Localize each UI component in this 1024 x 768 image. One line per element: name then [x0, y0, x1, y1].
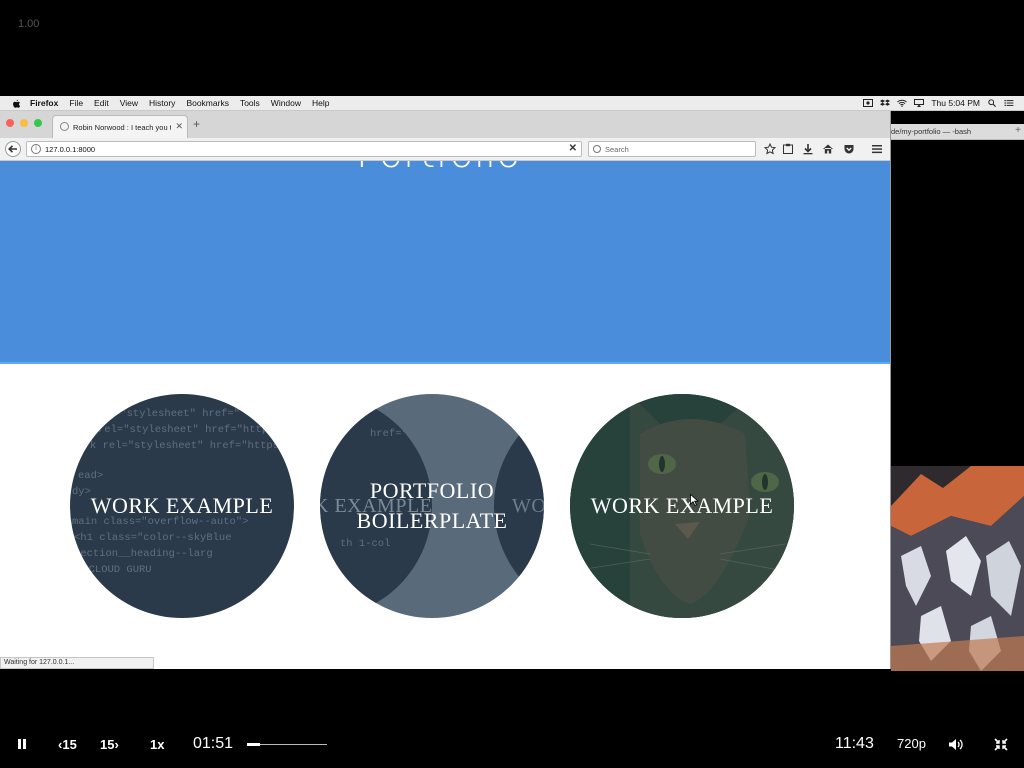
progress-bar[interactable] [247, 743, 327, 746]
tab-title: Robin Norwood : I teach you t [73, 123, 171, 132]
menu-app-firefox[interactable]: Firefox [30, 98, 58, 108]
code-line: k rel="stylesheet" href="https [90, 440, 280, 452]
card-label: WORK EXAMPLE [590, 493, 774, 518]
dropbox-icon[interactable] [880, 99, 891, 107]
status-bar: Waiting for 127.0.0.1... [0, 657, 154, 669]
hero-section: Portfolio [0, 161, 890, 362]
total-time: 11:43 [835, 735, 874, 752]
code-line: href=" [370, 428, 408, 440]
browser-nav-bar: i 127.0.0.1:8000 ✕ Search [0, 138, 890, 161]
menu-history[interactable]: History [149, 98, 175, 108]
forward-15-label: 15 [100, 737, 115, 752]
card-label-line1: PORTFOLIO [369, 478, 495, 503]
menu-view[interactable]: View [120, 98, 138, 108]
exit-fullscreen-icon[interactable] [994, 738, 1008, 751]
terminal-tab-bar[interactable]: de/my-portfolio — -bash + [891, 124, 1024, 140]
stop-loading-icon[interactable]: ✕ [569, 143, 577, 154]
code-line: section__heading--larg [74, 548, 213, 560]
pause-icon[interactable] [16, 738, 28, 750]
airplay-icon[interactable] [914, 99, 925, 107]
rewind-15-button[interactable]: ‹15 [58, 737, 77, 752]
back-button[interactable] [5, 141, 21, 157]
notification-center-icon[interactable] [1004, 99, 1014, 107]
menu-edit[interactable]: Edit [94, 98, 109, 108]
hero-divider [0, 362, 890, 364]
tab-loading-icon [60, 122, 69, 131]
screen-record-icon[interactable] [863, 99, 874, 107]
search-bar[interactable]: Search [588, 141, 756, 157]
zoom-level-label: 1.00 [18, 18, 40, 30]
desktop-wallpaper [891, 466, 1024, 671]
current-time: 01:51 [193, 735, 234, 752]
search-placeholder: Search [605, 145, 629, 154]
spotlight-search-icon[interactable] [987, 99, 997, 107]
web-page: Portfolio ="stylesheet" href=" rel="styl… [0, 161, 890, 669]
bookmark-star-icon[interactable] [764, 143, 776, 155]
code-line: th 1-col [340, 538, 391, 550]
volume-icon[interactable] [948, 738, 964, 751]
home-icon[interactable] [822, 143, 834, 155]
apple-logo-icon[interactable] [12, 99, 21, 108]
code-line: <h1 class="color--skyBlue [74, 532, 232, 544]
search-icon [593, 145, 601, 153]
terminal-window[interactable]: de/my-portfolio — -bash + [891, 111, 1024, 466]
window-close-button[interactable] [6, 119, 14, 127]
window-minimize-button[interactable] [20, 119, 28, 127]
url-bar[interactable]: i 127.0.0.1:8000 ✕ [26, 141, 582, 157]
firefox-window[interactable]: Robin Norwood : I teach you t ✕ + i 127.… [0, 111, 891, 669]
menu-tools[interactable]: Tools [240, 98, 260, 108]
mouse-cursor-icon [690, 494, 699, 506]
menu-file[interactable]: File [69, 98, 83, 108]
terminal-tab-title[interactable]: de/my-portfolio — -bash [891, 127, 971, 136]
code-line: ="stylesheet" href=" [114, 408, 241, 420]
work-example-card-3[interactable]: WORK EXAMPLE [570, 394, 794, 618]
card-label-line2: BOILERPLATE [356, 508, 508, 533]
terminal-new-tab-icon[interactable]: + [1015, 125, 1021, 136]
work-example-card-1[interactable]: ="stylesheet" href=" rel="stylesheet" hr… [70, 394, 294, 618]
forward-15-button[interactable]: 15› [100, 737, 119, 752]
menubar-clock[interactable]: Thu 5:04 PM [931, 98, 980, 108]
card-label: WORK EXAMPLE [90, 493, 274, 518]
reading-list-icon[interactable] [782, 143, 794, 155]
quality-button[interactable]: 720p [897, 736, 926, 751]
rewind-15-label: 15 [62, 737, 77, 752]
hero-title: Portfolio [356, 161, 521, 177]
downloads-icon[interactable] [802, 143, 814, 155]
mountain-wallpaper-image [891, 466, 1024, 671]
new-tab-button[interactable]: + [193, 118, 200, 130]
back-arrow-icon [8, 145, 17, 153]
browser-tab-bar: Robin Norwood : I teach you t ✕ + [0, 111, 890, 139]
menu-help[interactable]: Help [312, 98, 329, 108]
code-line: ead> [78, 470, 104, 482]
code-line: rel="stylesheet" href="https [98, 424, 275, 436]
portfolio-boilerplate-card[interactable]: href=" th 1-col K EXAMPLE WO PORTFOLIO B… [320, 394, 544, 618]
menu-bookmarks[interactable]: Bookmarks [186, 98, 229, 108]
progress-fill [247, 743, 260, 746]
hamburger-menu-icon[interactable] [871, 143, 883, 155]
url-text[interactable]: 127.0.0.1:8000 [45, 145, 95, 154]
browser-tab[interactable]: Robin Norwood : I teach you t ✕ [52, 115, 188, 139]
pocket-icon[interactable] [843, 143, 855, 155]
playback-speed-button[interactable]: 1x [150, 737, 164, 752]
window-zoom-button[interactable] [34, 119, 42, 127]
tab-close-icon[interactable]: ✕ [175, 121, 183, 132]
menu-window[interactable]: Window [271, 98, 301, 108]
wifi-icon[interactable] [897, 99, 908, 107]
macos-menu-bar: Firefox File Edit View History Bookmarks… [0, 96, 1024, 111]
site-info-icon[interactable]: i [31, 144, 41, 154]
code-line: A CLOUD GURU [76, 564, 152, 576]
